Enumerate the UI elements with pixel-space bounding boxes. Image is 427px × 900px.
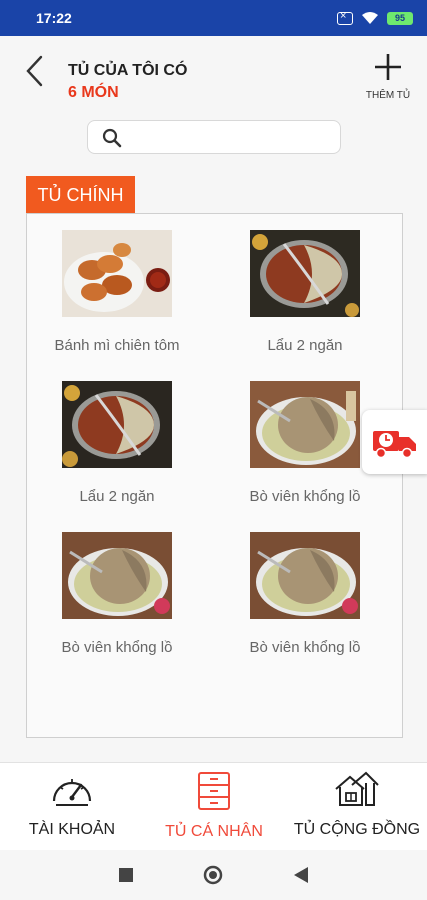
status-bar: 17:22 95 <box>0 0 427 36</box>
delivery-truck-clock-icon <box>373 431 416 459</box>
nav-personal-cabinet[interactable]: TỦ CÁ NHÂN <box>154 771 274 851</box>
nav-personal-cabinet-label: TỦ CÁ NHÂN <box>165 823 263 840</box>
search-bar[interactable] <box>87 120 341 154</box>
item-count: 6 MÓN <box>68 84 119 101</box>
circle-icon <box>203 865 223 885</box>
search-input[interactable] <box>130 125 330 151</box>
status-time: 17:22 <box>36 10 72 26</box>
nav-community-cabinet[interactable]: TỦ CỘNG ĐỒNG <box>292 771 422 851</box>
food-item[interactable]: Lẩu 2 ngăn <box>27 381 207 505</box>
wifi-icon <box>362 12 378 24</box>
items-grid: Bánh mì chiên tôm Lẩu 2 ngăn Lẩu 2 ngăn … <box>26 213 403 738</box>
nav-community-cabinet-label: TỦ CỘNG ĐỒNG <box>293 821 421 838</box>
recent-apps-button[interactable] <box>119 868 133 887</box>
square-icon <box>119 868 133 882</box>
food-image <box>62 381 172 468</box>
cabinet-icon <box>198 772 230 810</box>
food-item-name: Bánh mì chiên tôm <box>54 337 180 354</box>
food-image <box>62 532 172 619</box>
food-item-name: Lẩu 2 ngăn <box>267 337 343 354</box>
food-item[interactable]: Bánh mì chiên tôm <box>27 230 207 354</box>
food-image <box>250 381 360 468</box>
food-image <box>250 532 360 619</box>
bottom-nav: TÀI KHOẢN TỦ CÁ NHÂN TỦ CỘNG ĐỒNG <box>0 762 427 850</box>
header: TỦ CỦA TÔI CÓ 6 MÓN THÊM TỦ <box>0 36 427 114</box>
add-cabinet-button[interactable]: THÊM TỦ <box>361 52 415 110</box>
status-icons: 95 <box>337 10 413 25</box>
food-image <box>62 230 172 317</box>
food-item-name: Lẩu 2 ngăn <box>79 488 155 505</box>
nav-account-label: TÀI KHOẢN <box>28 821 116 838</box>
food-item-name: Bò viên khổng lồ <box>61 639 173 656</box>
nav-account[interactable]: TÀI KHOẢN <box>12 771 132 851</box>
triangle-back-icon <box>294 867 308 883</box>
back-nav-button[interactable] <box>294 867 308 888</box>
food-item[interactable]: Bò viên khổng lồ <box>27 532 207 656</box>
page-title: TỦ CỦA TÔI CÓ <box>68 62 188 79</box>
community-houses-icon <box>335 771 379 806</box>
food-item[interactable]: Bò viên khổng lồ <box>215 532 395 656</box>
add-cabinet-label: THÊM TỦ <box>365 90 411 101</box>
home-button[interactable] <box>203 865 223 890</box>
food-item-name: Bò viên khổng lồ <box>249 488 361 505</box>
speedometer-icon <box>52 779 92 806</box>
system-nav-bar <box>0 850 427 900</box>
plus-icon <box>375 54 401 80</box>
chevron-left-icon <box>26 55 43 87</box>
battery-icon: 95 <box>387 11 413 25</box>
food-image <box>250 230 360 317</box>
tab-main-cabinet[interactable]: TỦ CHÍNH <box>26 176 135 214</box>
back-button[interactable] <box>22 54 48 88</box>
no-sim-icon <box>337 10 353 25</box>
food-item[interactable]: Lẩu 2 ngăn <box>215 230 395 354</box>
delivery-schedule-button[interactable] <box>362 410 427 474</box>
search-icon <box>102 128 122 148</box>
food-item-name: Bò viên khổng lồ <box>249 639 361 656</box>
